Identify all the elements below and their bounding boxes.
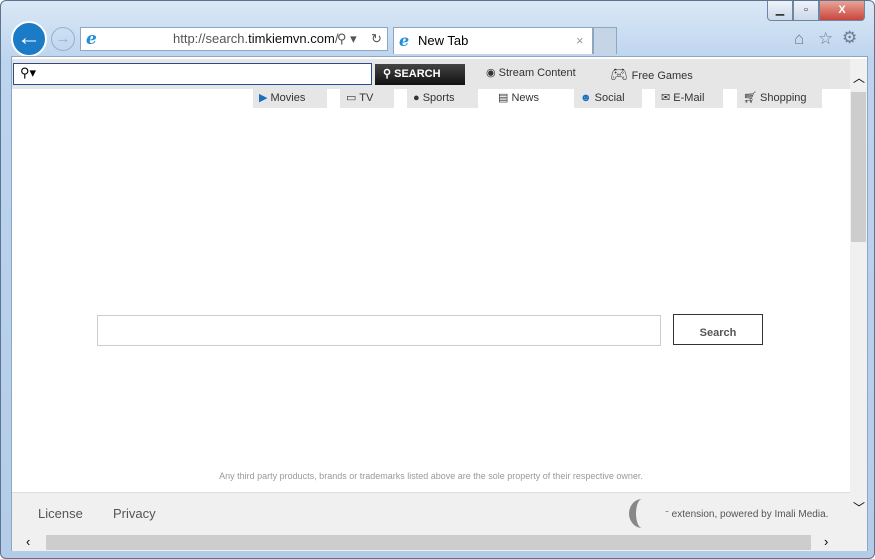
free-games-link[interactable]: 🎮︎ Free Games bbox=[610, 66, 693, 83]
footer: License Privacy ᐨ extension, powered by … bbox=[12, 492, 850, 534]
chevron-down-icon[interactable]: ﹀ bbox=[853, 499, 865, 516]
horizontal-scroll-thumb[interactable] bbox=[46, 535, 811, 550]
arrow-left-icon: ← bbox=[17, 24, 41, 51]
nav-social[interactable]: ☻ Social bbox=[574, 89, 642, 108]
powered-text: extension, powered by Imali Media. bbox=[671, 509, 829, 520]
nav-tv[interactable]: ▭ TV bbox=[340, 89, 394, 108]
broadcast-icon: ◉ bbox=[486, 67, 499, 79]
refresh-icon[interactable]: ↻ bbox=[371, 28, 382, 50]
extension-toolbar: ⚲▾ ⚲ SEARCH ◉ Stream Content 🎮︎ Free Gam… bbox=[12, 59, 850, 89]
horizontal-scrollbar[interactable]: ‹ › bbox=[12, 534, 867, 551]
privacy-link[interactable]: Privacy bbox=[113, 506, 156, 521]
chevron-left-icon[interactable]: ‹ bbox=[26, 534, 30, 549]
back-button[interactable]: ← bbox=[11, 21, 47, 57]
ie-logo-icon: e bbox=[86, 29, 97, 49]
search-icon: ⚲▾ bbox=[20, 65, 37, 80]
nav-label: News bbox=[511, 92, 539, 104]
gamepad-icon: 🎮︎ bbox=[610, 66, 632, 82]
search-icon: ⚲ bbox=[383, 68, 395, 80]
url-prefix: http://search. bbox=[173, 31, 249, 46]
star-icon[interactable]: ☆ bbox=[818, 29, 833, 49]
search-button-label: SEARCH bbox=[394, 68, 441, 80]
nav-label: Movies bbox=[270, 92, 306, 104]
people-icon: ☻ bbox=[580, 92, 595, 104]
clapper-icon: ▶ bbox=[259, 92, 271, 104]
nav-sports[interactable]: ● Sports bbox=[407, 89, 478, 108]
vertical-scroll-thumb[interactable] bbox=[851, 92, 866, 242]
disclaimer: Any third party products, brands or trad… bbox=[219, 471, 643, 481]
url-domain: timkiemvn.com bbox=[248, 31, 335, 46]
stream-content-link[interactable]: ◉ Stream Content bbox=[486, 66, 576, 79]
main-search-button[interactable]: Search bbox=[673, 314, 763, 345]
minimize-button[interactable]: ▁ bbox=[767, 1, 793, 21]
arrow-right-icon: → bbox=[55, 30, 71, 47]
stream-label: Stream Content bbox=[498, 67, 576, 79]
close-tab-icon[interactable]: × bbox=[576, 28, 584, 54]
license-link[interactable]: License bbox=[38, 506, 83, 521]
toolbar-search-button[interactable]: ⚲ SEARCH bbox=[375, 64, 465, 85]
basketball-icon: ● bbox=[413, 92, 423, 104]
page-content: ⚲▾ ⚲ SEARCH ◉ Stream Content 🎮︎ Free Gam… bbox=[11, 56, 868, 551]
main-search-input[interactable] bbox=[97, 315, 661, 346]
nav-email[interactable]: ✉ E-Mail bbox=[655, 89, 723, 108]
nav-label: Sports bbox=[422, 92, 455, 104]
browser-window: ▁ ▫ X ← → e http://search.timkiemvn.com/… bbox=[0, 0, 875, 559]
cart-icon: 🛒︎ bbox=[743, 92, 761, 104]
nav-label: Shopping bbox=[760, 92, 807, 104]
tab-new-tab[interactable]: e New Tab × bbox=[393, 27, 593, 54]
new-tab-button[interactable] bbox=[593, 27, 617, 54]
nav-news[interactable]: ▤ News bbox=[492, 89, 563, 108]
forward-button[interactable]: → bbox=[51, 27, 75, 51]
vertical-scrollbar[interactable]: ︿ ﹀ bbox=[850, 59, 867, 534]
envelope-icon: ✉ bbox=[661, 92, 674, 104]
games-label: Free Games bbox=[631, 70, 693, 82]
nav-label: E-Mail bbox=[673, 92, 705, 104]
maximize-button[interactable]: ▫ bbox=[793, 1, 819, 21]
ie-logo-icon: e bbox=[399, 31, 410, 50]
search-icon[interactable]: ⚲ ▾ bbox=[337, 28, 357, 50]
nav-shopping[interactable]: 🛒︎ Shopping bbox=[737, 89, 822, 108]
imali-logo-icon bbox=[629, 499, 655, 528]
toolbar-search-input[interactable]: ⚲▾ bbox=[13, 63, 372, 85]
home-icon[interactable]: ⌂ bbox=[794, 29, 804, 49]
nav-label: TV bbox=[359, 92, 374, 104]
chevron-right-icon[interactable]: › bbox=[824, 534, 828, 549]
nav-movies[interactable]: ▶ Movies bbox=[253, 89, 327, 108]
powered-by: ᐨ extension, powered by Imali Media. bbox=[665, 509, 829, 520]
tab-title: New Tab bbox=[418, 33, 469, 48]
gear-icon[interactable]: ⚙ bbox=[842, 28, 857, 48]
nav-label: Social bbox=[594, 92, 625, 104]
chevron-up-icon[interactable]: ︿ bbox=[853, 69, 865, 86]
close-button[interactable]: X bbox=[819, 1, 865, 21]
address-bar[interactable]: e http://search.timkiemvn.com/ ⚲ ▾ ↻ bbox=[80, 27, 388, 51]
tv-icon: ▭ bbox=[346, 92, 360, 104]
newspaper-icon: ▤ bbox=[498, 92, 512, 104]
